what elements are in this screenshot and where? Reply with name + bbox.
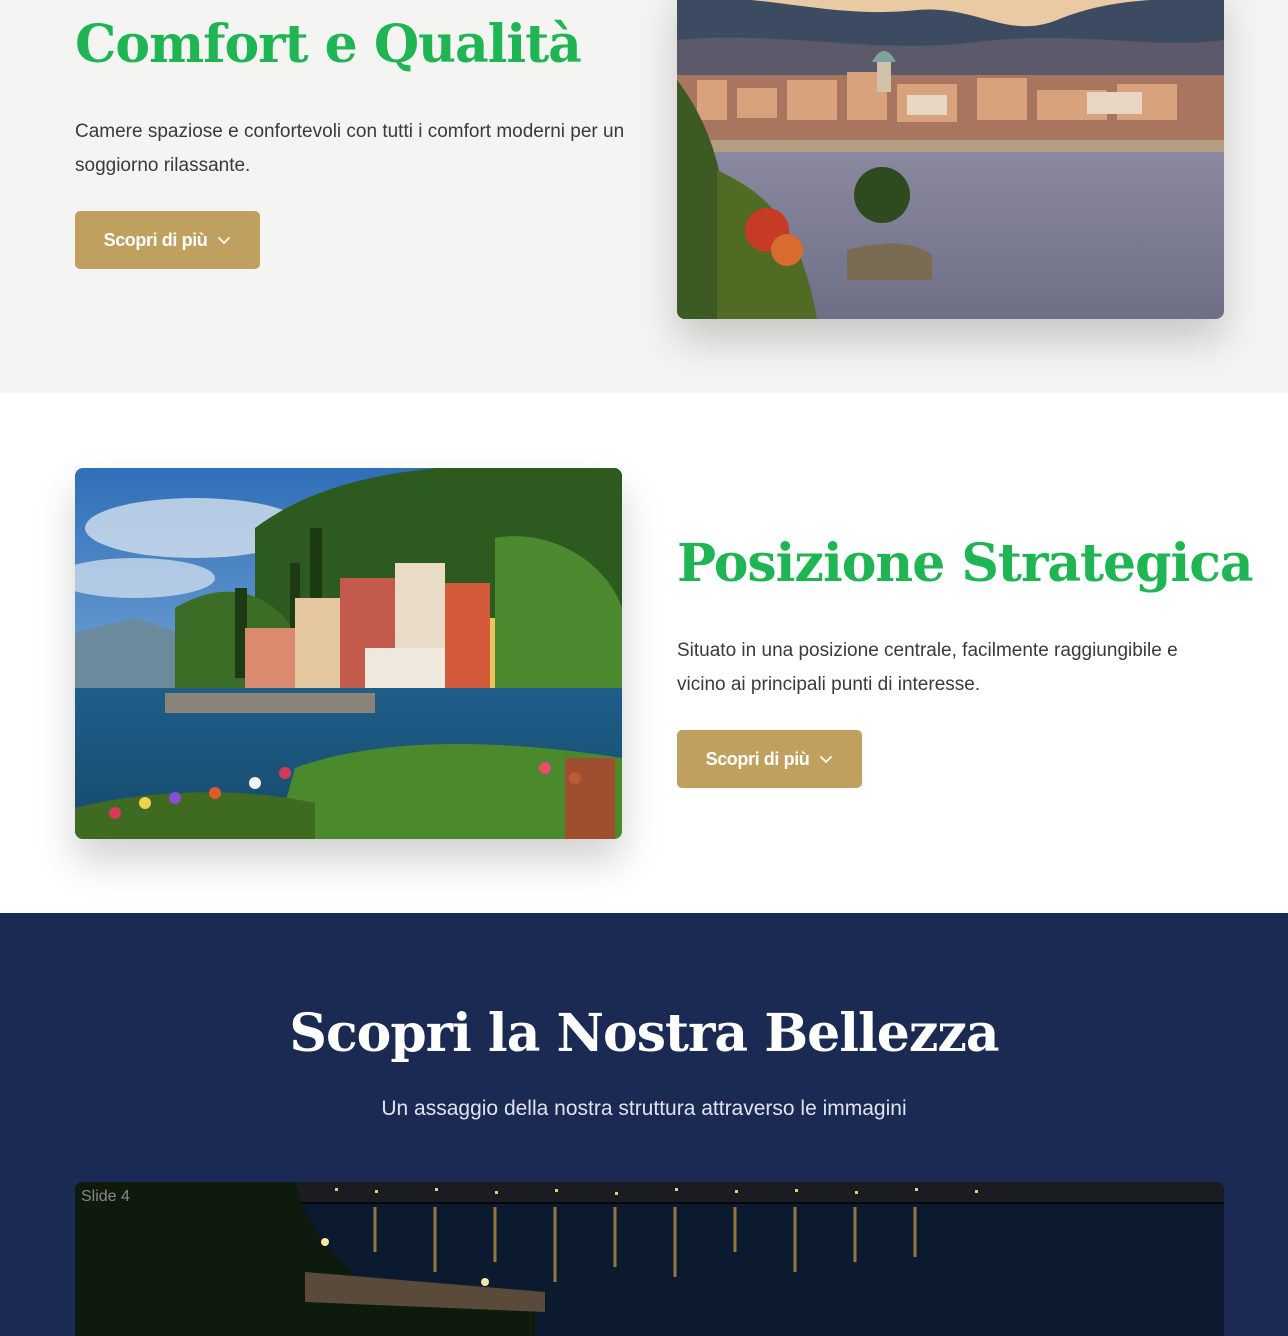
slide-alt-text: Slide 4 bbox=[81, 1188, 130, 1205]
comfort-section: Comfort e Qualità Camere spaziose e conf… bbox=[0, 0, 1288, 393]
gallery-section: Scopri la Nostra Bellezza Un assaggio de… bbox=[0, 913, 1288, 1336]
position-section: Posizione Strategica Situato in una posi… bbox=[0, 393, 1288, 913]
gallery-subtitle: Un assaggio della nostra struttura attra… bbox=[381, 1097, 907, 1120]
lake-city-image bbox=[677, 0, 1224, 319]
gallery-title: Scopri la Nostra Bellezza bbox=[289, 1003, 999, 1064]
lakeside-village-image bbox=[75, 468, 622, 839]
position-more-button[interactable]: Scopri di più bbox=[677, 730, 862, 788]
chevron-down-icon bbox=[820, 756, 833, 764]
gallery-slide[interactable]: Slide 4 bbox=[75, 1182, 1224, 1336]
comfort-title: Comfort e Qualità bbox=[75, 14, 582, 75]
comfort-more-label: Scopri di più bbox=[103, 229, 208, 250]
comfort-text: Camere spaziose e confortevoli con tutti… bbox=[75, 121, 625, 176]
chevron-down-icon bbox=[218, 237, 231, 245]
position-text: Situato in una posizione centrale, facil… bbox=[677, 640, 1178, 695]
position-title: Posizione Strategica bbox=[677, 533, 1254, 594]
comfort-more-button[interactable]: Scopri di più bbox=[75, 211, 260, 269]
night-lake-image bbox=[75, 1182, 1224, 1336]
position-more-label: Scopri di più bbox=[705, 748, 810, 769]
